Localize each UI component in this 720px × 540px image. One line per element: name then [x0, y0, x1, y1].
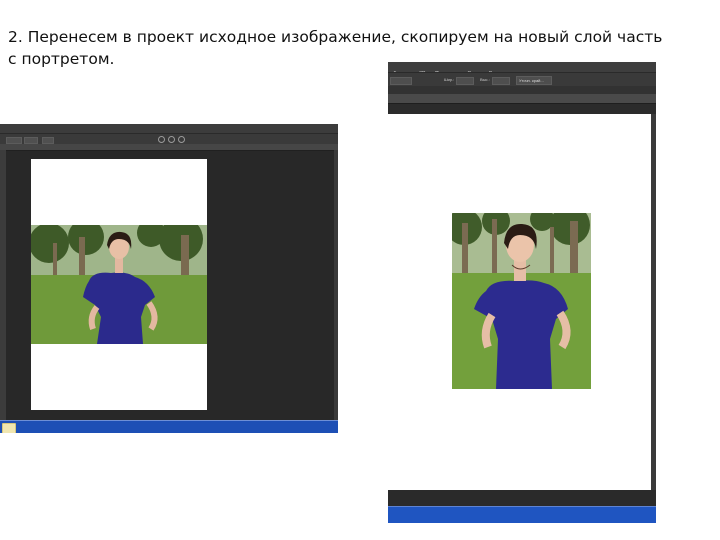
document-canvas[interactable]: [31, 159, 207, 410]
options-bar: Шир.: Выс.: Уточн. край...: [388, 72, 656, 87]
vertical-ruler: [0, 150, 6, 420]
option-field[interactable]: [6, 137, 22, 144]
refine-edge-label: Уточн. край...: [519, 78, 544, 83]
commit-icon[interactable]: [178, 136, 185, 143]
folder-icon[interactable]: [2, 423, 16, 433]
width-field[interactable]: [456, 77, 474, 85]
portrait-photo: [31, 225, 207, 344]
height-label: Выс.:: [480, 77, 490, 82]
horizontal-ruler: [388, 94, 656, 104]
vertical-scrollbar[interactable]: [334, 150, 338, 420]
document-tabs: [388, 86, 656, 94]
caption-line-1: 2. Перенесем в проект исходное изображен…: [8, 28, 663, 46]
portrait-selection[interactable]: [452, 213, 591, 389]
refine-edge-button[interactable]: Уточн. край...: [516, 76, 552, 85]
portrait-photo-layer[interactable]: [31, 225, 207, 344]
photoshop-screenshot-right: Фильтр 3D Просмотр Окно Справка Шир.: Вы…: [388, 62, 656, 523]
style-select[interactable]: [390, 77, 412, 85]
horizontal-ruler: [0, 144, 338, 151]
rotate-icon[interactable]: [158, 136, 165, 143]
document-canvas[interactable]: [388, 114, 651, 490]
menu-bar: Фильтр 3D Просмотр Окно Справка: [388, 62, 656, 77]
height-field[interactable]: [492, 77, 510, 85]
option-field[interactable]: [42, 137, 54, 144]
taskbar: [0, 420, 338, 433]
option-field[interactable]: [24, 137, 38, 144]
taskbar: [388, 506, 656, 523]
horizontal-scrollbar[interactable]: [388, 490, 656, 506]
cancel-icon[interactable]: [168, 136, 175, 143]
menu-bar: Изображение Слои Текст Выделение Фильтр …: [0, 124, 338, 138]
width-label: Шир.:: [444, 77, 455, 82]
portrait-photo: [452, 213, 591, 389]
photoshop-screenshot-left: Изображение Слои Текст Выделение Фильтр …: [0, 124, 338, 433]
vertical-scrollbar[interactable]: [651, 114, 656, 490]
